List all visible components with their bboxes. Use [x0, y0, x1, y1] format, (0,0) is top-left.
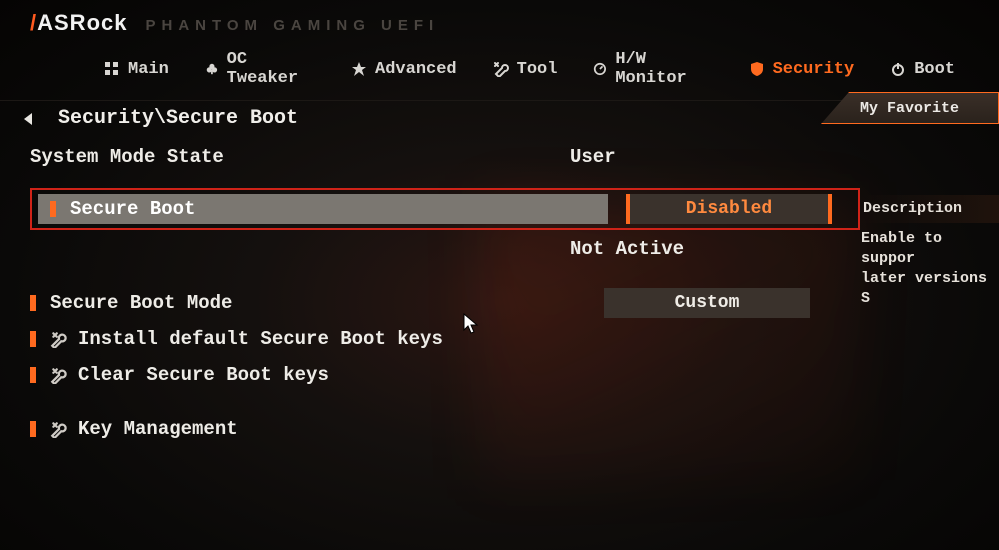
- description-line: Enable to suppor: [861, 229, 999, 269]
- marker-icon: [50, 201, 56, 217]
- nav-label: Tool: [517, 60, 558, 79]
- nav-main[interactable]: Main: [90, 58, 183, 81]
- nav-label: Boot: [914, 60, 955, 79]
- row-secure-boot-status: Not Active: [30, 234, 999, 264]
- description-panel: Description Enable to suppor later versi…: [861, 195, 999, 309]
- club-icon: [205, 61, 219, 77]
- brand-logo-right: ock: [87, 10, 128, 35]
- marker-icon: [30, 421, 36, 437]
- marker-icon: [30, 367, 36, 383]
- nav-hw-monitor[interactable]: H/W Monitor: [579, 48, 726, 90]
- brand-logo: /ASRock: [30, 10, 128, 36]
- label-clear-keys: Clear Secure Boot keys: [78, 364, 329, 386]
- shield-icon: [749, 61, 765, 77]
- label-secure-boot-mode: Secure Boot Mode: [50, 292, 232, 314]
- tools-icon: [50, 420, 68, 438]
- secure-boot-mode-value: Custom: [675, 293, 740, 313]
- nav-tool[interactable]: Tool: [479, 58, 572, 81]
- brand-bar: /ASRock PHANTOM GAMING UEFI: [0, 0, 999, 42]
- row-secure-boot-mode[interactable]: Secure Boot Mode Custom: [30, 288, 999, 318]
- label-system-mode-state: System Mode State: [30, 146, 570, 168]
- row-system-mode-state: System Mode State User: [30, 142, 999, 172]
- tools-icon: [50, 366, 68, 384]
- select-secure-boot[interactable]: Disabled: [626, 194, 832, 224]
- star-icon: [351, 61, 367, 77]
- row-install-keys[interactable]: Install default Secure Boot keys: [30, 324, 999, 354]
- marker-icon: [30, 331, 36, 347]
- row-key-management[interactable]: Key Management: [30, 414, 999, 444]
- nav-label: H/W Monitor: [615, 50, 712, 88]
- nav-security[interactable]: Security: [735, 58, 869, 81]
- nav-label: Main: [128, 60, 169, 79]
- breadcrumb: Security\Secure Boot: [58, 107, 298, 130]
- status-secure-boot: Not Active: [570, 238, 820, 260]
- brand-logo-left: ASR: [37, 10, 86, 35]
- nav-oc-tweaker[interactable]: OC Tweaker: [191, 48, 329, 90]
- description-title: Description: [861, 195, 999, 223]
- nav-advanced[interactable]: Advanced: [337, 58, 471, 81]
- my-favorite-tab[interactable]: My Favorite: [821, 92, 999, 124]
- brand-subtitle: PHANTOM GAMING UEFI: [146, 17, 440, 34]
- value-system-mode-state: User: [570, 146, 820, 168]
- nav-label: OC Tweaker: [227, 50, 315, 88]
- row-clear-keys[interactable]: Clear Secure Boot keys: [30, 360, 999, 390]
- gauge-icon: [593, 61, 607, 77]
- nav-label: Advanced: [375, 60, 457, 79]
- label-key-management: Key Management: [78, 418, 238, 440]
- power-icon: [890, 61, 906, 77]
- wrench-icon: [493, 61, 509, 77]
- label-secure-boot: Secure Boot: [38, 194, 608, 224]
- grid-icon: [104, 61, 120, 77]
- select-secure-boot-mode[interactable]: Custom: [604, 288, 810, 318]
- secure-boot-value: Disabled: [686, 199, 772, 219]
- marker-icon: [30, 295, 36, 311]
- description-line: later versions S: [861, 269, 999, 309]
- row-secure-boot-selected[interactable]: Secure Boot Disabled: [30, 188, 860, 230]
- label-install-keys: Install default Secure Boot keys: [78, 328, 443, 350]
- content-area: System Mode State User Secure Boot Disab…: [0, 136, 999, 444]
- secure-boot-text: Secure Boot: [70, 198, 195, 220]
- nav-label: Security: [773, 60, 855, 79]
- favorite-label: My Favorite: [860, 100, 959, 117]
- tools-icon: [50, 330, 68, 348]
- back-arrow-icon[interactable]: [20, 110, 40, 128]
- nav-boot[interactable]: Boot: [876, 58, 969, 81]
